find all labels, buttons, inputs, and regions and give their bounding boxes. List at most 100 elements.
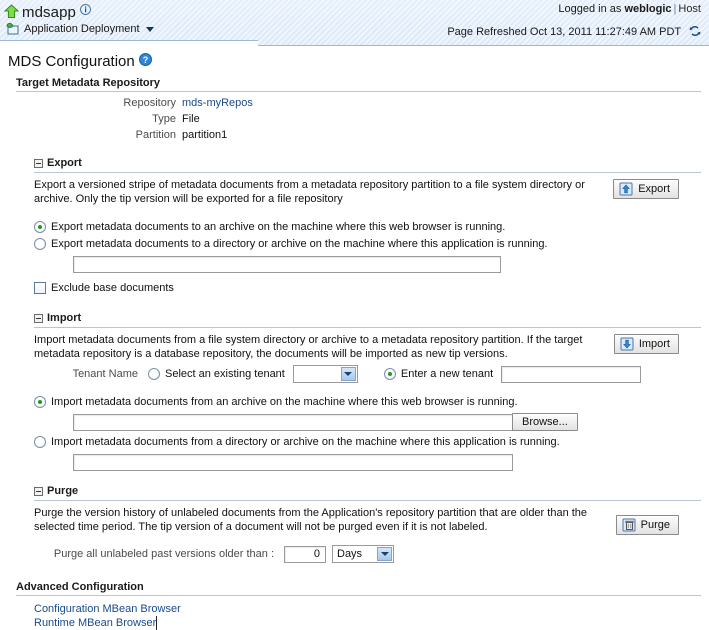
import-button[interactable]: Import	[613, 334, 679, 354]
import-option-server[interactable]: Import metadata documents from a directo…	[34, 434, 701, 450]
import-radio-server[interactable]	[34, 436, 46, 448]
svg-text:?: ?	[142, 55, 148, 65]
purge-trash-icon	[622, 518, 636, 532]
purge-button[interactable]: Purge	[615, 515, 679, 535]
import-browser-path-input[interactable]	[73, 413, 513, 431]
import-browser-path-row: Browse...	[73, 413, 701, 431]
import-header[interactable]: Import	[34, 312, 701, 324]
chevron-down-icon[interactable]	[377, 547, 392, 561]
export-server-path-input[interactable]	[73, 256, 501, 273]
purge-header[interactable]: Purge	[34, 485, 701, 497]
login-separator: |	[673, 3, 677, 15]
purge-older-than-label: Purge all unlabeled past versions older …	[53, 548, 274, 560]
chevron-down-icon[interactable]	[340, 367, 356, 381]
import-down-icon	[620, 337, 634, 351]
export-radio-server[interactable]	[34, 238, 46, 250]
export-heading: Export	[47, 157, 82, 169]
purge-description: Purge the version history of unlabeled d…	[34, 507, 588, 533]
partition-value: partition1	[182, 129, 228, 141]
help-icon[interactable]: ?	[138, 53, 152, 66]
page-title-text: MDS Configuration	[8, 53, 135, 70]
up-arrow-icon	[3, 4, 20, 19]
application-name: mdsapp	[22, 4, 76, 21]
tenant-new-input[interactable]	[501, 365, 642, 383]
tab-underline	[0, 40, 258, 46]
tenant-new-radio[interactable]	[383, 368, 396, 380]
export-description: Export a versioned stripe of metadata do…	[34, 179, 585, 205]
repository-label: Repository	[123, 97, 176, 109]
export-option-server[interactable]: Export metadata documents to a directory…	[34, 236, 701, 252]
import-server-path-input[interactable]	[73, 454, 513, 471]
purge-body: Purge the version history of unlabeled d…	[34, 501, 701, 563]
tenant-existing-label: Select an existing tenant	[165, 368, 285, 380]
advanced-configuration-divider	[16, 595, 701, 596]
target-repository-fields: Repository mds-myRepos Type File Partiti…	[8, 96, 701, 143]
type-row: Type File	[8, 112, 701, 127]
export-header[interactable]: Export	[34, 157, 701, 169]
purge-unit-value: Days	[337, 548, 363, 560]
target-repository-heading: Target Metadata Repository	[16, 77, 161, 89]
import-option-server-label: Import metadata documents from a directo…	[51, 436, 560, 448]
export-button[interactable]: Export	[613, 179, 679, 199]
browse-button[interactable]: Browse...	[512, 413, 578, 431]
import-section: Import Import metadata documents from a …	[34, 312, 701, 471]
chevron-down-icon[interactable]	[145, 26, 154, 32]
partition-row: Partition partition1	[8, 128, 701, 143]
type-value: File	[182, 113, 200, 125]
export-option-browser[interactable]: Export metadata documents to an archive …	[34, 219, 701, 235]
export-up-icon	[619, 182, 633, 196]
tenant-existing-radio[interactable]	[148, 368, 160, 380]
browse-button-label: Browse...	[522, 416, 568, 428]
target-repository-divider	[16, 91, 701, 92]
import-option-browser[interactable]: Import metadata documents from an archiv…	[34, 394, 701, 410]
collapse-icon[interactable]	[34, 313, 43, 323]
application-title: mdsapp	[22, 2, 91, 21]
purge-section: Purge Purge the version history of unlab…	[34, 485, 701, 563]
advanced-configuration-section: Advanced Configuration Configuration MBe…	[8, 581, 701, 630]
repository-value[interactable]: mds-myRepos	[182, 96, 253, 111]
import-body: Import metadata documents from a file sy…	[34, 328, 701, 471]
import-radio-browser[interactable]	[34, 396, 46, 408]
export-section: Export Export a versioned stripe of meta…	[34, 157, 701, 296]
export-body: Export a versioned stripe of metadata do…	[34, 173, 701, 296]
repository-row: Repository mds-myRepos	[8, 96, 701, 111]
configuration-mbean-browser-link[interactable]: Configuration MBean Browser	[34, 602, 701, 616]
export-button-label: Export	[638, 183, 670, 195]
tenant-name-label: Tenant Name	[72, 368, 138, 380]
page-refreshed-text: Page Refreshed Oct 13, 2011 11:27:49 AM …	[447, 26, 681, 38]
purge-button-label: Purge	[640, 519, 670, 531]
page-header: mdsapp Application Deployment Logged in …	[0, 0, 709, 46]
tenant-new-label: Enter a new tenant	[400, 368, 494, 380]
runtime-mbean-browser-link[interactable]: Runtime MBean Browser	[34, 616, 158, 630]
import-description: Import metadata documents from a file sy…	[34, 334, 583, 360]
info-icon[interactable]	[79, 2, 91, 15]
collapse-icon[interactable]	[34, 158, 43, 168]
application-deployment-label: Application Deployment	[24, 23, 140, 35]
refresh-icon[interactable]	[689, 25, 701, 37]
purge-older-than-input[interactable]	[284, 545, 326, 563]
collapse-icon[interactable]	[34, 486, 43, 496]
application-deployment-menu[interactable]: Application Deployment	[6, 22, 154, 36]
purge-unit-select[interactable]: Days	[332, 545, 394, 563]
logged-in-status: Logged in as weblogic | Host	[558, 3, 701, 15]
export-exclude-base-row[interactable]: Exclude base documents	[34, 280, 701, 296]
page-title: MDS Configuration?	[8, 53, 701, 70]
export-exclude-base-checkbox[interactable]	[34, 282, 46, 294]
export-option-browser-label: Export metadata documents to an archive …	[51, 221, 506, 233]
tenant-row: Tenant Name Select an existing tenant En…	[34, 365, 701, 383]
type-label: Type	[152, 113, 176, 125]
page-content: MDS Configuration? Target Metadata Repos…	[0, 53, 709, 630]
import-heading: Import	[47, 312, 82, 324]
import-button-label: Import	[638, 338, 670, 350]
logged-in-prefix: Logged in as	[558, 3, 622, 15]
export-radio-browser[interactable]	[34, 221, 46, 233]
partition-label: Partition	[135, 129, 176, 141]
host-link[interactable]: Host	[678, 3, 701, 15]
advanced-configuration-heading: Advanced Configuration	[16, 581, 144, 593]
export-option-server-label: Export metadata documents to a directory…	[51, 238, 548, 250]
application-deployment-icon	[6, 22, 20, 36]
export-exclude-base-label: Exclude base documents	[51, 282, 174, 294]
purge-heading: Purge	[47, 485, 79, 497]
tenant-existing-select[interactable]	[292, 365, 358, 383]
logged-in-user: weblogic	[624, 3, 672, 15]
